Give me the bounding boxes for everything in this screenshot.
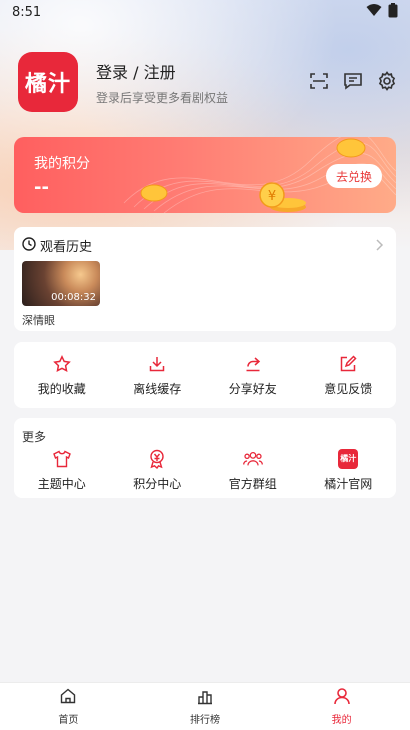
official-group-label: 官方群组 [228,476,277,491]
feedback-button[interactable]: 意见反馈 [301,342,397,408]
coin-icon [336,137,366,163]
app-logo[interactable]: 橘汁 [18,52,78,112]
nav-home[interactable]: 首页 [0,683,137,730]
app-logo-icon: 橘汁 [338,448,359,469]
theme-center-label: 主题中心 [37,476,86,491]
chevron-right-icon[interactable] [374,237,384,256]
group-icon [242,449,263,469]
status-bar: 8:51 [0,0,410,24]
bottom-navigation: 首页 排行榜 我的 [0,682,410,730]
points-card: ¥ 我的积分 -- 去兑换 [14,137,396,213]
settings-gear-icon[interactable] [376,70,398,92]
history-video-thumbnail[interactable]: 00:08:32 [22,261,100,306]
watch-history-card: 观看历史 00:08:32 深情眼 [14,227,396,331]
feedback-label: 意见反馈 [324,381,373,396]
history-video-title[interactable]: 深情眼 [22,312,55,328]
nav-home-label: 首页 [58,715,79,726]
quick-actions-card: 我的收藏 离线缓存 分享好友 意见反馈 [14,342,396,408]
status-time: 8:51 [12,4,42,20]
edit-icon [338,354,358,374]
points-title: 我的积分 [34,156,90,172]
nav-mine[interactable]: 我的 [273,683,410,730]
official-website-label: 橘汁官网 [324,476,373,491]
share-friends-button[interactable]: 分享好友 [205,342,301,408]
nav-ranking[interactable]: 排行榜 [137,683,274,730]
share-friends-label: 分享好友 [228,381,277,396]
mini-logo-text: 橘汁 [338,448,359,469]
download-icon [147,354,167,374]
watch-history-title: 观看历史 [40,239,93,255]
person-icon [333,687,351,709]
theme-center-button[interactable]: 主题中心 [14,448,110,492]
nav-ranking-label: 排行榜 [190,715,220,726]
favorites-button[interactable]: 我的收藏 [14,342,110,408]
points-center-label: 积分中心 [133,476,182,491]
ranking-icon [196,687,214,709]
shirt-icon [52,449,72,469]
offline-cache-button[interactable]: 离线缓存 [110,342,206,408]
redeem-button[interactable]: 去兑换 [326,164,382,188]
favorites-label: 我的收藏 [37,381,86,396]
clock-icon [22,236,36,255]
official-website-button[interactable]: 橘汁 橘汁官网 [301,448,397,492]
nav-mine-label: 我的 [331,715,352,726]
offline-cache-label: 离线缓存 [133,381,182,396]
official-group-button[interactable]: 官方群组 [205,448,301,492]
wifi-icon [366,3,382,21]
points-center-button[interactable]: 积分中心 [110,448,206,492]
scan-icon[interactable] [308,70,330,92]
coin-icon [140,183,168,207]
more-card: 更多 主题中心 积分中心 官方群组 橘汁 橘汁官网 [14,418,396,498]
star-icon [52,354,72,374]
watch-history-header[interactable]: 观看历史 [22,235,388,255]
login-register-link[interactable]: 登录 / 注册 [96,59,228,83]
svg-text:¥: ¥ [268,189,276,204]
battery-icon [388,2,398,22]
video-duration: 00:08:32 [51,292,96,303]
share-icon [243,354,263,374]
medal-icon [147,449,167,469]
more-title: 更多 [22,430,47,444]
points-value: -- [34,177,49,198]
home-icon [59,687,77,709]
message-icon[interactable] [342,70,364,92]
login-subtitle: 登录后享受更多看剧权益 [96,90,229,105]
coin-stack-icon: ¥ [248,181,308,213]
profile-section: 橘汁 登录 / 注册 登录后享受更多看剧权益 [18,52,398,112]
